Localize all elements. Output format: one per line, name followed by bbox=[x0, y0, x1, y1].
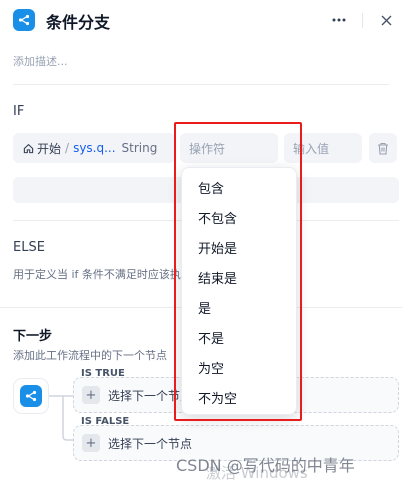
operator-option-not-contains[interactable]: 不包含 bbox=[182, 202, 296, 232]
select-next-node-label: 选择下一个节点 bbox=[108, 436, 193, 451]
current-node bbox=[13, 378, 49, 414]
operator-option-is-not[interactable]: 不是 bbox=[182, 322, 296, 352]
divider bbox=[13, 84, 389, 85]
trash-icon bbox=[378, 142, 388, 155]
else-description: 用于定义当 if 条件不满足时应该执行的逻辑。 bbox=[13, 268, 183, 281]
page-title: 条件分支 bbox=[46, 13, 111, 32]
operator-option-starts-with[interactable]: 开始是 bbox=[182, 232, 296, 262]
else-label: ELSE bbox=[13, 240, 45, 255]
csdn-watermark: CSDN @写代码的中青年 bbox=[176, 456, 355, 475]
more-options-button[interactable] bbox=[329, 10, 349, 30]
operator-option-ends-with[interactable]: 结束是 bbox=[182, 262, 296, 292]
operator-dropdown: 包含 不包含 开始是 结束是 是 不是 为空 不为空 bbox=[181, 167, 297, 415]
variable-node-name: 开始 bbox=[37, 141, 62, 156]
variable-type: String bbox=[121, 141, 158, 155]
variable-separator: / bbox=[65, 141, 70, 155]
select-next-node-label: 选择下一个节点 bbox=[108, 388, 193, 403]
branch-connector bbox=[49, 395, 75, 441]
operator-select[interactable]: 操作符 bbox=[180, 133, 278, 163]
operator-option-empty[interactable]: 为空 bbox=[182, 352, 296, 382]
branch-node-icon bbox=[20, 385, 42, 407]
description-input[interactable]: 添加描述... bbox=[13, 53, 68, 69]
operator-option-not-empty[interactable]: 不为空 bbox=[182, 382, 296, 412]
delete-condition-button[interactable] bbox=[369, 133, 397, 163]
close-icon bbox=[381, 15, 391, 25]
next-step-description: 添加此工作流程中的下一个节点 bbox=[13, 349, 167, 362]
operator-option-contains[interactable]: 包含 bbox=[182, 172, 296, 202]
plus-icon: + bbox=[82, 386, 100, 404]
variable-name: sys.q... bbox=[73, 141, 116, 155]
value-input[interactable]: 输入值 bbox=[284, 133, 362, 163]
variable-selector[interactable]: 开始 / sys.q... String bbox=[13, 133, 175, 163]
if-label: IF bbox=[13, 104, 25, 119]
branch-node-icon bbox=[13, 9, 35, 31]
home-icon bbox=[23, 143, 34, 153]
operator-option-is[interactable]: 是 bbox=[182, 292, 296, 322]
plus-icon: + bbox=[82, 434, 100, 452]
panel-header: 条件分支 bbox=[0, 0, 402, 44]
more-horizontal-icon bbox=[332, 18, 346, 22]
close-button[interactable] bbox=[377, 11, 395, 29]
next-step-title: 下一步 bbox=[13, 329, 53, 344]
header-divider bbox=[362, 13, 363, 28]
